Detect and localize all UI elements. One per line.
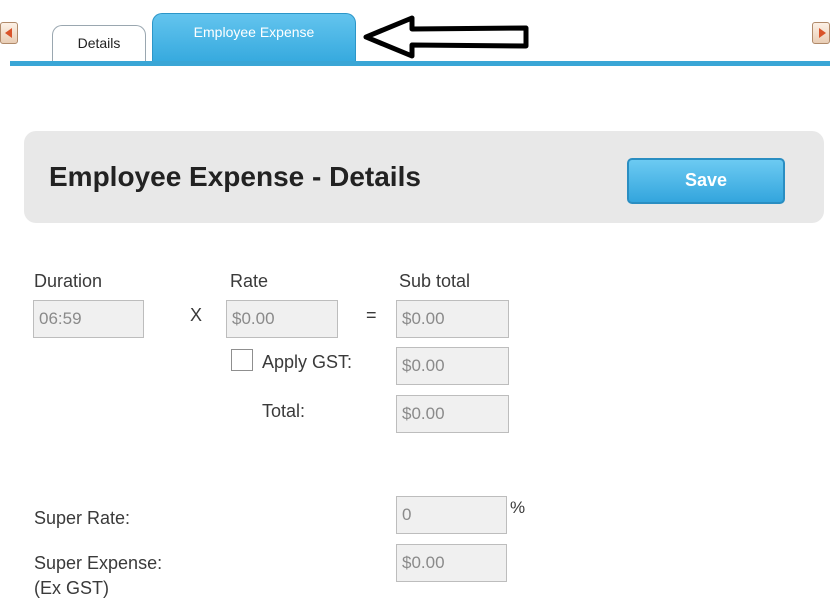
total-field[interactable]: $0.00 [396, 395, 509, 433]
duration-label: Duration [34, 271, 103, 291]
super-rate-percent-unit: % [510, 498, 526, 517]
scroll-left-arrow-icon [5, 28, 12, 38]
apply-gst-label: Apply GST: [262, 352, 353, 372]
rate-label: Rate [230, 271, 269, 291]
subtotal-field[interactable]: $0.00 [396, 300, 509, 338]
equals-symbol: = [366, 305, 377, 325]
gst-field[interactable]: $0.00 [396, 347, 509, 385]
scroll-right-arrow-icon [819, 28, 826, 38]
apply-gst-checkbox[interactable] [231, 349, 253, 371]
save-button[interactable]: Save [627, 158, 785, 204]
details-header-panel: Employee Expense - Details Save [24, 131, 824, 223]
tab-scroll-right-button[interactable] [812, 22, 830, 44]
tab-scroll-left-button[interactable] [0, 22, 18, 44]
tab-strip-underline [10, 61, 830, 66]
super-rate-label: Super Rate: [34, 508, 131, 528]
total-label: Total: [262, 401, 306, 421]
annotation-arrow-icon [363, 15, 529, 59]
duration-field[interactable]: 06:59 [33, 300, 144, 338]
super-expense-field[interactable]: $0.00 [396, 544, 507, 582]
multiply-symbol: X [190, 305, 203, 325]
tab-employee-expense[interactable]: Employee Expense [152, 13, 356, 63]
super-expense-sublabel: (Ex GST) [34, 578, 109, 598]
tab-details[interactable]: Details [52, 25, 146, 61]
super-rate-field[interactable]: 0 [396, 496, 507, 534]
super-expense-label: Super Expense: [34, 553, 163, 573]
subtotal-label: Sub total [399, 271, 471, 291]
page-title: Employee Expense - Details [49, 161, 421, 192]
rate-field[interactable]: $0.00 [226, 300, 338, 338]
